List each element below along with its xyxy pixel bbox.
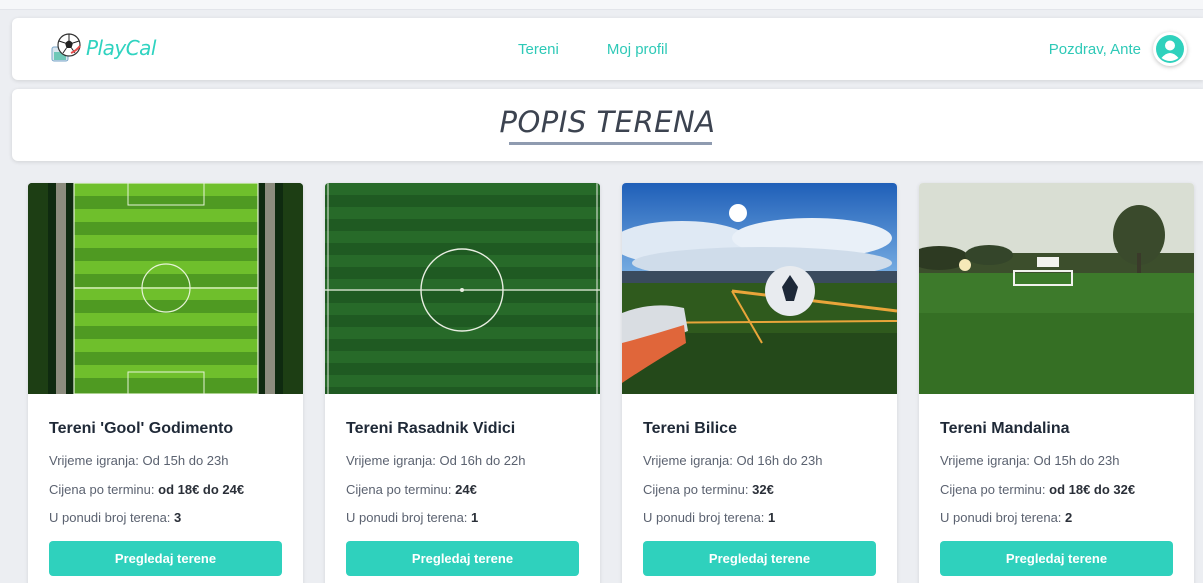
card-title: Tereni 'Gool' Godimento [49, 420, 234, 437]
view-courts-button[interactable]: Pregledaj terene [643, 541, 876, 576]
view-courts-button[interactable]: Pregledaj terene [346, 541, 579, 576]
card-court-count: U ponudi broj terena: 1 [346, 510, 479, 525]
court-image-center-circle [325, 183, 600, 394]
card-price: Cijena po terminu: od 18€ do 32€ [940, 482, 1136, 497]
card-playing-time: Vrijeme igranja: Od 15h do 23h [49, 453, 229, 468]
court-card: Tereni Rasadnik Vidici Vrijeme igranja: … [325, 183, 600, 583]
nav-links: Tereni Moj profil [518, 18, 668, 80]
card-court-count: U ponudi broj terena: 2 [940, 510, 1073, 525]
nav-link-moj-profil[interactable]: Moj profil [607, 41, 668, 58]
court-card: Tereni 'Gool' Godimento Vrijeme igranja:… [28, 183, 303, 583]
view-courts-button[interactable]: Pregledaj terene [49, 541, 282, 576]
card-price: Cijena po terminu: 32€ [643, 482, 774, 497]
card-court-count: U ponudi broj terena: 1 [643, 510, 776, 525]
card-court-count: U ponudi broj terena: 3 [49, 510, 182, 525]
nav-link-tereni[interactable]: Tereni [518, 41, 559, 58]
logo[interactable]: PlayCal [50, 28, 157, 68]
card-title: Tereni Rasadnik Vidici [346, 420, 516, 437]
user-icon [1156, 35, 1184, 63]
avatar[interactable] [1153, 32, 1187, 66]
card-playing-time: Vrijeme igranja: Od 16h do 23h [643, 453, 823, 468]
court-card: Tereni Bilice Vrijeme igranja: Od 16h do… [622, 183, 897, 583]
court-image-ball-sky [622, 183, 897, 394]
court-card: Tereni Mandalina Vrijeme igranja: Od 15h… [919, 183, 1194, 583]
user-greeting: Pozdrav, Ante [1048, 40, 1141, 58]
logo-text: PlayCal [86, 36, 157, 60]
card-price: Cijena po terminu: od 18€ do 24€ [49, 482, 245, 497]
card-price: Cijena po terminu: 24€ [346, 482, 477, 497]
card-playing-time: Vrijeme igranja: Od 16h do 22h [346, 453, 526, 468]
title-bar: POPIS TERENA [12, 89, 1203, 161]
title-underline [509, 142, 712, 145]
view-courts-button[interactable]: Pregledaj terene [940, 541, 1173, 576]
page-title: POPIS TERENA [499, 105, 716, 139]
card-playing-time: Vrijeme igranja: Od 15h do 23h [940, 453, 1120, 468]
court-image-aerial-pitch [28, 183, 303, 394]
court-image-goal-trees [919, 183, 1194, 394]
top-strip [0, 0, 1203, 10]
card-title: Tereni Bilice [643, 420, 737, 437]
navbar: PlayCal Tereni Moj profil Pozdrav, Ante [12, 18, 1203, 80]
card-title: Tereni Mandalina [940, 420, 1070, 437]
soccer-ball-logo-icon [51, 33, 81, 62]
